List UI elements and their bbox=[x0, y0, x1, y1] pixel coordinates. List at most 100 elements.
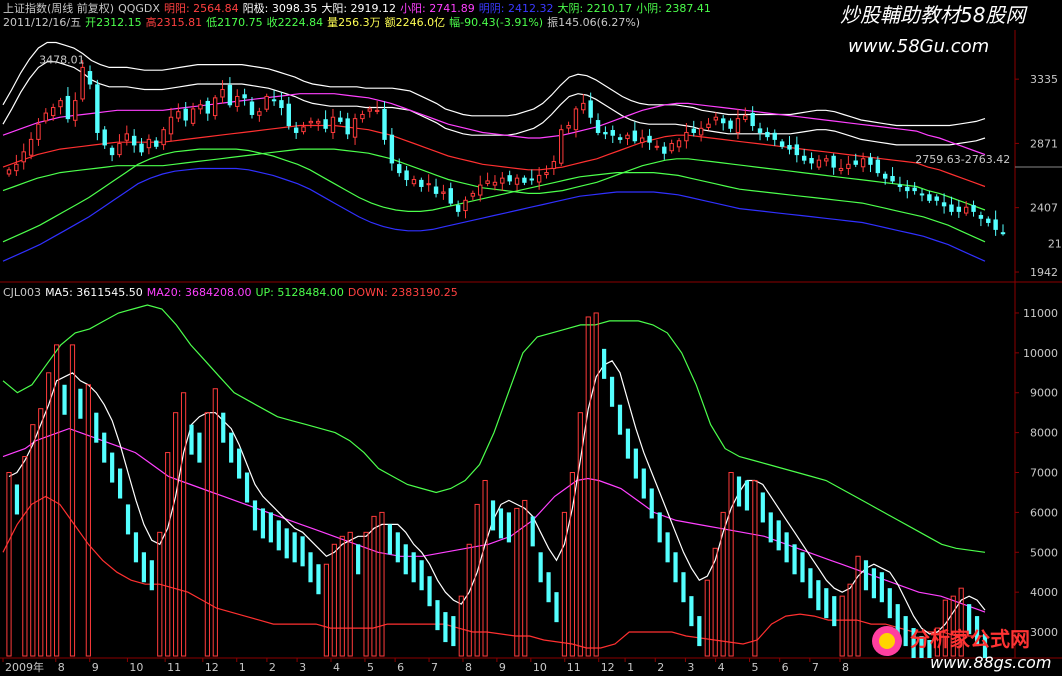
volume-bar bbox=[879, 572, 884, 603]
candle-body bbox=[352, 118, 358, 138]
volume-bar bbox=[863, 560, 869, 591]
time-tick-label: 4 bbox=[718, 661, 725, 674]
candle-body bbox=[279, 100, 284, 109]
volume-tick-label: 9000 bbox=[1030, 387, 1058, 400]
candle-body bbox=[80, 66, 85, 100]
header-field: DOWN: 2383190.25 bbox=[348, 286, 458, 299]
header-field: 小阳: 2741.89 bbox=[400, 2, 475, 15]
candle-body bbox=[36, 123, 41, 140]
volume-tick-label: 3000 bbox=[1030, 626, 1058, 639]
volume-bar bbox=[62, 384, 67, 415]
candle-body bbox=[455, 205, 461, 212]
volume-bar bbox=[816, 580, 821, 611]
header-field: MA20: 3684208.00 bbox=[147, 286, 252, 299]
candle-body bbox=[603, 131, 608, 135]
candle-body bbox=[757, 128, 763, 133]
candle-body bbox=[441, 191, 446, 194]
volume-bar bbox=[617, 404, 623, 435]
candle-body bbox=[271, 99, 277, 102]
candle-body bbox=[58, 100, 63, 108]
time-tick-label: 10 bbox=[533, 661, 547, 674]
candle-body bbox=[529, 178, 534, 181]
header-field: 大阳: 2919.12 bbox=[321, 1, 396, 15]
candle-body bbox=[610, 130, 615, 136]
candle-body bbox=[588, 100, 593, 118]
volume-bar bbox=[609, 376, 615, 407]
candle-body bbox=[573, 108, 579, 131]
header-field: 明阴: 2412.32 bbox=[479, 2, 554, 15]
volume-bar bbox=[292, 532, 297, 563]
volume-bar bbox=[308, 552, 313, 583]
time-tick-label: 5 bbox=[367, 661, 374, 674]
candle-body bbox=[536, 174, 542, 183]
candle-body bbox=[949, 204, 954, 212]
candle-body bbox=[139, 143, 144, 153]
candle-body bbox=[426, 183, 431, 186]
candle-body bbox=[168, 116, 174, 135]
volume-bar bbox=[356, 544, 361, 575]
header-field: 2011/12/16/五 bbox=[3, 16, 81, 29]
time-tick-label: 12 bbox=[205, 661, 219, 674]
time-tick-label: 8 bbox=[465, 661, 472, 674]
volume-bar bbox=[681, 572, 686, 603]
volume-bar bbox=[633, 448, 638, 479]
candle-body bbox=[433, 186, 439, 194]
candle-body bbox=[713, 116, 719, 121]
candle-body bbox=[640, 137, 645, 143]
time-tick-label: 11 bbox=[567, 661, 581, 674]
candle-body bbox=[286, 103, 291, 127]
candle-body bbox=[927, 194, 932, 201]
price-annotation-label: 2759.63-2763.42 bbox=[915, 153, 1010, 166]
time-tick-label: 7 bbox=[812, 661, 819, 674]
stock-chart: 上证指数(周线 前复权) QQGDX 明阳: 2564.84 阳极: 3098.35 大… bbox=[0, 0, 1062, 676]
volume-bar bbox=[149, 560, 154, 591]
candle-body bbox=[654, 145, 660, 148]
volume-bar bbox=[871, 568, 877, 599]
volume-bar bbox=[760, 492, 765, 523]
candle-body bbox=[190, 108, 196, 124]
candle-body bbox=[117, 143, 122, 156]
volume-bar bbox=[776, 520, 781, 551]
candle-body bbox=[242, 94, 247, 99]
volume-bar bbox=[824, 588, 829, 619]
volume-bar bbox=[498, 508, 504, 539]
volume-bar bbox=[903, 616, 908, 647]
volume-bar bbox=[530, 516, 535, 547]
candle-body bbox=[743, 115, 748, 120]
header-field: 量256.3万 bbox=[327, 16, 381, 29]
volume-bar bbox=[244, 472, 250, 503]
volume-bar bbox=[506, 512, 512, 543]
time-tick-label: 5 bbox=[752, 661, 759, 674]
candle-body bbox=[14, 163, 19, 172]
candle-body bbox=[87, 71, 93, 85]
candle-body bbox=[750, 112, 755, 127]
volume-bar bbox=[419, 560, 424, 591]
time-tick-label: 4 bbox=[333, 661, 340, 674]
volume-bar bbox=[411, 552, 416, 583]
candle-body bbox=[485, 180, 490, 184]
price-tick-label: 3335 bbox=[1030, 73, 1058, 86]
candle-body bbox=[662, 146, 667, 154]
candle-body bbox=[220, 89, 225, 98]
candle-body bbox=[43, 112, 49, 122]
candle-body bbox=[330, 116, 336, 133]
candle-body bbox=[669, 143, 674, 152]
candle-body bbox=[787, 144, 792, 150]
candle-body bbox=[205, 100, 211, 114]
volume-bar bbox=[546, 572, 551, 603]
volume-bar bbox=[649, 488, 654, 519]
candle-body bbox=[698, 127, 704, 136]
candle-body bbox=[897, 184, 903, 187]
time-tick-label: 9 bbox=[92, 661, 99, 674]
candle-body bbox=[772, 132, 777, 140]
volume-bar bbox=[229, 432, 234, 463]
volume-tick-label: 6000 bbox=[1030, 506, 1058, 519]
price-annotation-label: 3478.01 bbox=[39, 53, 85, 66]
indicator-header: CJL003 MA5: 3611545.50 MA20: 3684208.00 UP:… bbox=[3, 286, 458, 299]
volume-bar bbox=[800, 552, 805, 583]
volume-bar bbox=[133, 532, 139, 563]
candle-body bbox=[559, 129, 564, 164]
volume-bar bbox=[237, 448, 242, 479]
volume-bar bbox=[554, 592, 559, 623]
candle-body bbox=[6, 169, 12, 175]
